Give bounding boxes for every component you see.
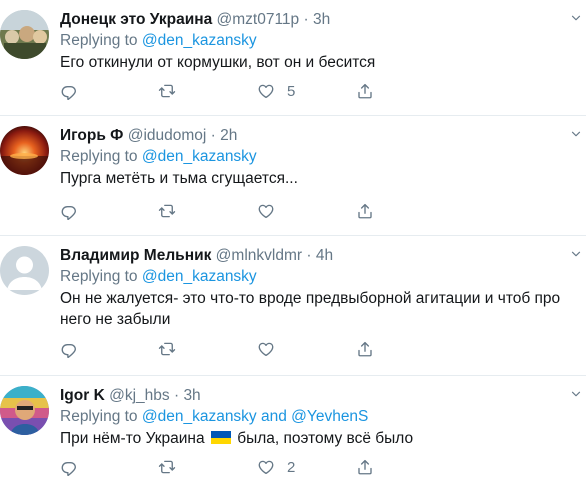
like-icon bbox=[257, 202, 275, 220]
like-count: 5 bbox=[287, 82, 296, 100]
reply-button[interactable] bbox=[60, 200, 78, 222]
like-icon bbox=[257, 340, 275, 358]
mention-link[interactable]: @den_kazansky bbox=[142, 268, 257, 285]
tweet-text: Он не жалуется- это что-то вроде предвыб… bbox=[60, 290, 561, 328]
tweet-header: Igor K @kj_hbs · 3h bbox=[60, 386, 578, 406]
tweet-header: Игорь Ф @idudomoj · 2h bbox=[60, 126, 578, 146]
reply-button[interactable] bbox=[60, 80, 78, 102]
mention-joiner: and bbox=[256, 408, 292, 425]
share-icon bbox=[356, 202, 374, 220]
tweet-text-part: При нём-то Украина bbox=[60, 430, 205, 447]
like-icon bbox=[257, 82, 275, 100]
mention-link[interactable]: @YevhenS bbox=[291, 408, 368, 425]
separator: · bbox=[306, 247, 312, 264]
mention-link[interactable]: @den_kazansky bbox=[142, 148, 257, 165]
replying-to-label: Replying to bbox=[60, 148, 142, 165]
tweet-header: Донецк это Украина @mzt0711p · 3h bbox=[60, 10, 578, 30]
replying-to: Replying to @den_kazansky and @YevhenS bbox=[60, 407, 578, 427]
like-button[interactable]: 5 bbox=[257, 80, 295, 102]
reply-tweet[interactable]: Igor K @kj_hbs · 3h Replying to @den_kaz… bbox=[0, 376, 586, 481]
timestamp[interactable]: 4h bbox=[316, 247, 333, 264]
replying-to-label: Replying to bbox=[60, 408, 142, 425]
like-button[interactable] bbox=[257, 200, 275, 222]
mention-link[interactable]: @den_kazansky bbox=[142, 32, 257, 49]
timestamp[interactable]: 3h bbox=[313, 11, 330, 28]
separator: · bbox=[210, 127, 216, 144]
display-name[interactable]: Донецк это Украина bbox=[60, 11, 212, 28]
avatar[interactable] bbox=[0, 246, 49, 295]
like-count: 2 bbox=[287, 458, 296, 476]
user-handle[interactable]: @idudomoj bbox=[128, 127, 207, 144]
tweet-text-part: была, поэтому всё было bbox=[237, 430, 414, 447]
chevron-down-icon[interactable] bbox=[570, 248, 582, 260]
reply-tweet[interactable]: Владимир Мельник @mlnkvldmr · 4h Replyin… bbox=[0, 236, 586, 376]
reply-button[interactable] bbox=[60, 456, 78, 478]
reply-feed: Донецк это Украина @mzt0711p · 3h Replyi… bbox=[0, 0, 586, 481]
avatar[interactable] bbox=[0, 386, 49, 435]
separator: · bbox=[303, 11, 309, 28]
replying-to: Replying to @den_kazansky bbox=[60, 267, 578, 287]
share-button[interactable] bbox=[356, 200, 374, 222]
reply-icon bbox=[60, 458, 78, 476]
replying-to-label: Replying to bbox=[60, 32, 142, 49]
share-icon bbox=[356, 458, 374, 476]
avatar[interactable] bbox=[0, 10, 49, 59]
display-name[interactable]: Игорь Ф bbox=[60, 127, 123, 144]
reply-button[interactable] bbox=[60, 338, 78, 360]
retweet-icon bbox=[158, 82, 176, 100]
reply-tweet[interactable]: Игорь Ф @idudomoj · 2h Replying to @den_… bbox=[0, 116, 586, 236]
reply-icon bbox=[60, 340, 78, 358]
tweet-text: Его откинули от кормушки, вот он и бесит… bbox=[60, 54, 376, 71]
display-name[interactable]: Владимир Мельник bbox=[60, 247, 211, 264]
retweet-button[interactable] bbox=[158, 338, 176, 360]
share-button[interactable] bbox=[356, 80, 374, 102]
like-button[interactable] bbox=[257, 338, 275, 360]
ukraine-flag-icon bbox=[210, 431, 231, 444]
replying-to: Replying to @den_kazansky bbox=[60, 147, 578, 167]
timestamp[interactable]: 3h bbox=[183, 387, 200, 404]
retweet-button[interactable] bbox=[158, 80, 176, 102]
display-name[interactable]: Igor K bbox=[60, 387, 105, 404]
tweet-text: Пурга метёть и тьма сгущается... bbox=[60, 170, 298, 187]
share-button[interactable] bbox=[356, 456, 374, 478]
share-icon bbox=[356, 340, 374, 358]
like-button[interactable]: 2 bbox=[257, 456, 295, 478]
user-handle[interactable]: @mzt0711p bbox=[217, 11, 300, 28]
timestamp[interactable]: 2h bbox=[220, 127, 237, 144]
reply-icon bbox=[60, 202, 78, 220]
retweet-button[interactable] bbox=[158, 456, 176, 478]
replying-to-label: Replying to bbox=[60, 268, 142, 285]
retweet-icon bbox=[158, 458, 176, 476]
reply-tweet[interactable]: Донецк это Украина @mzt0711p · 3h Replyi… bbox=[0, 0, 586, 116]
tweet-header: Владимир Мельник @mlnkvldmr · 4h bbox=[60, 246, 578, 266]
share-icon bbox=[356, 82, 374, 100]
chevron-down-icon[interactable] bbox=[570, 388, 582, 400]
retweet-icon bbox=[158, 340, 176, 358]
avatar[interactable] bbox=[0, 126, 49, 175]
mention-link[interactable]: @den_kazansky bbox=[142, 408, 257, 425]
replying-to: Replying to @den_kazansky bbox=[60, 31, 578, 51]
retweet-button[interactable] bbox=[158, 200, 176, 222]
share-button[interactable] bbox=[356, 338, 374, 360]
chevron-down-icon[interactable] bbox=[570, 12, 582, 24]
tweet-text: При нём-то Украина была, поэтому всё был… bbox=[60, 428, 578, 449]
separator: · bbox=[173, 387, 180, 404]
retweet-icon bbox=[158, 202, 176, 220]
user-handle[interactable]: @kj_hbs bbox=[109, 387, 170, 404]
reply-icon bbox=[60, 82, 78, 100]
user-handle[interactable]: @mlnkvldmr bbox=[216, 247, 302, 264]
like-icon bbox=[257, 458, 275, 476]
chevron-down-icon[interactable] bbox=[570, 128, 582, 140]
